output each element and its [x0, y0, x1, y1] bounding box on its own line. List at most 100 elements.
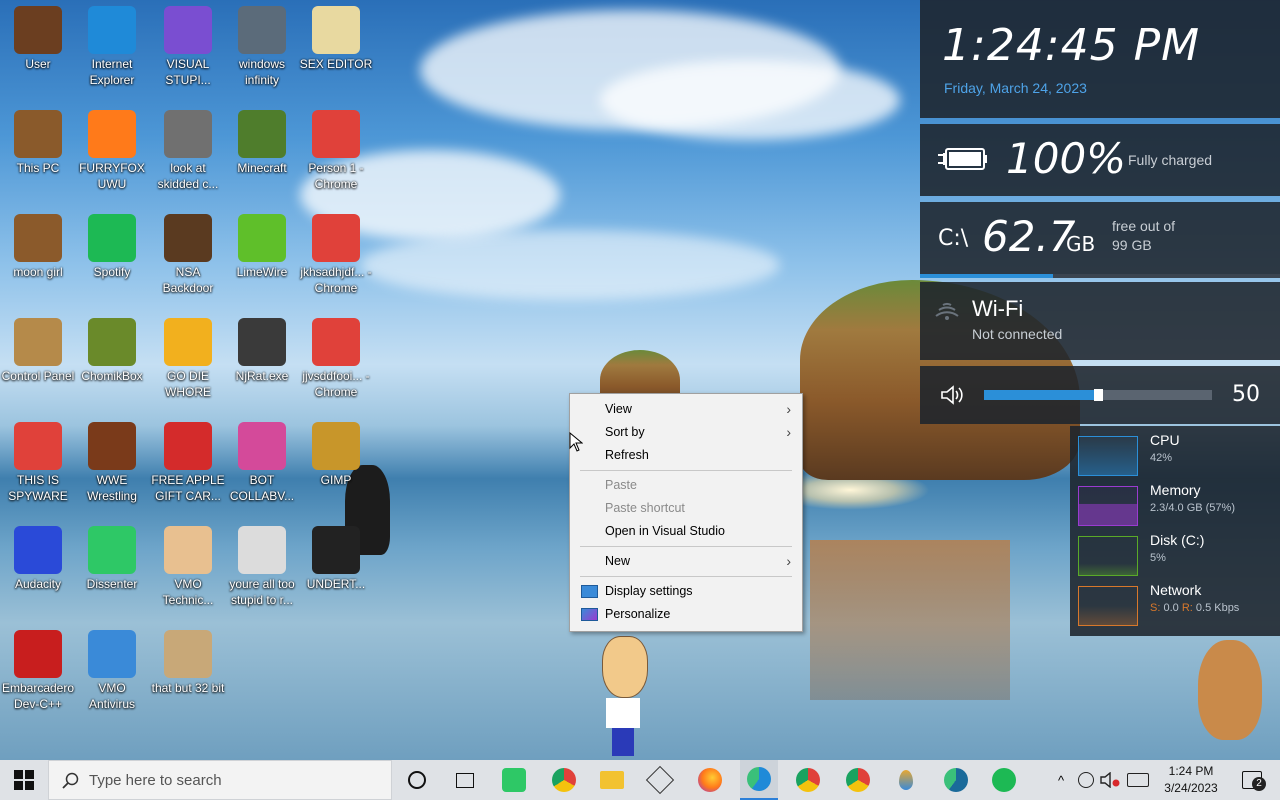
desktop-icon[interactable]: Control Panel	[0, 318, 76, 384]
desktop-icon-label: jjvsddfooi... - Chrome	[302, 369, 370, 399]
desktop-icon-label: NSA Backdoor	[162, 265, 214, 295]
desktop-icon[interactable]: Internet Explorer	[74, 6, 150, 88]
desktop-icon-label: Spotify	[93, 265, 131, 279]
volume-slider-thumb[interactable]	[1094, 389, 1103, 401]
menu-item-view[interactable]: View ›	[571, 398, 801, 420]
desktop-icon[interactable]: jjvsddfooi... - Chrome	[298, 318, 374, 400]
menu-item-paste-shortcut: Paste shortcut	[571, 497, 801, 519]
taskbar-clock[interactable]: 1:24 PM 3/24/2023	[1156, 763, 1226, 797]
dissenter-icon	[88, 526, 136, 574]
desktop-icon-label: FURRYFOX UWU	[79, 161, 145, 191]
menu-item-open-visual-studio[interactable]: Open in Visual Studio	[571, 520, 801, 542]
desktop-icon[interactable]: WWE Wrestling	[74, 422, 150, 504]
desktop-icon[interactable]: NSA Backdoor	[150, 214, 226, 296]
desktop-icon[interactable]: FREE APPLE GIFT CAR...	[150, 422, 226, 504]
taskbar-droplet-app[interactable]	[888, 760, 924, 800]
desktop-icon[interactable]: Audacity	[0, 526, 76, 592]
desktop-icon[interactable]: BOT COLLABV...	[224, 422, 300, 504]
taskbar-edge[interactable]	[740, 760, 778, 800]
desktop-icon-label: UNDERT...	[306, 577, 366, 591]
speaker-icon[interactable]	[940, 384, 966, 410]
memory-graph	[1078, 486, 1138, 526]
taskbar-dissenter[interactable]	[496, 760, 532, 800]
desktop-icon[interactable]: that but 32 bit	[150, 630, 226, 696]
desktop-icon[interactable]: User	[0, 6, 76, 72]
desktop-icon-label: VMO Technic...	[162, 577, 214, 607]
old-computer-icon	[14, 110, 62, 158]
desktop-icon[interactable]: UNDERT...	[298, 526, 374, 592]
wifi-icon	[934, 296, 960, 326]
desktop-icon[interactable]: VISUAL STUPI...	[150, 6, 226, 88]
menu-personalize-label: Personalize	[605, 607, 671, 621]
volume-slider[interactable]	[984, 389, 1212, 401]
taskbar-firefox[interactable]	[692, 760, 728, 800]
start-button[interactable]	[0, 760, 48, 800]
cloud	[600, 60, 900, 140]
desktop-icon[interactable]: moon girl	[0, 214, 76, 280]
windows-logo-icon	[14, 770, 34, 790]
desktop-icon-label: Audacity	[14, 577, 62, 591]
desktop-icon[interactable]: Dissenter	[74, 526, 150, 592]
desktop-icon[interactable]: Person 1 - Chrome	[298, 110, 374, 192]
desktop-icon[interactable]: Spotify	[74, 214, 150, 280]
chrome-profile-icon	[312, 318, 360, 366]
desktop-icon[interactable]: LimeWire	[224, 214, 300, 280]
network-tray-button[interactable]	[1074, 760, 1098, 800]
menu-paste-shortcut-label: Paste shortcut	[605, 501, 685, 515]
desktop-icon[interactable]: youre all too stupid to r...	[224, 526, 300, 608]
menu-open-vs-label: Open in Visual Studio	[605, 524, 725, 538]
chrome-icon	[552, 768, 576, 792]
taskbar-chrome-profile-2[interactable]	[840, 760, 876, 800]
minecraft-block-icon	[238, 110, 286, 158]
folder-icon	[600, 771, 624, 789]
taskbar-chrome-profile-1[interactable]	[790, 760, 826, 800]
menu-display-settings-label: Display settings	[605, 584, 693, 598]
taskbar-search-box[interactable]: Type here to search	[48, 760, 392, 800]
desktop-icon[interactable]: windows infinity	[224, 6, 300, 88]
taskbar-spotify[interactable]	[986, 760, 1022, 800]
cortana-button[interactable]	[400, 760, 434, 800]
show-hidden-icons-button[interactable]: ^	[1050, 760, 1072, 800]
desktop-icon[interactable]: Embarcadero Dev-C++	[0, 630, 76, 712]
desktop-icon[interactable]: ChomikBox	[74, 318, 150, 384]
menu-item-sort-by[interactable]: Sort by ›	[571, 421, 801, 443]
desktop-icon[interactable]: Minecraft	[224, 110, 300, 176]
taskbar-3d-viewer[interactable]	[642, 760, 678, 800]
menu-view-label: View	[605, 402, 632, 416]
desktop-icon[interactable]: THIS IS SPYWARE	[0, 422, 76, 504]
taskbar-file-explorer[interactable]	[594, 760, 630, 800]
volume-tray-button[interactable]	[1098, 760, 1122, 800]
desktop-icon[interactable]: VMO Technic...	[150, 526, 226, 608]
wifi-status: Not connected	[972, 326, 1063, 342]
arcade-icon	[88, 422, 136, 470]
task-view-button[interactable]	[448, 760, 482, 800]
menu-item-new[interactable]: New ›	[571, 550, 801, 572]
desktop-icon[interactable]: FURRYFOX UWU	[74, 110, 150, 192]
network-send-label: S:	[1150, 602, 1161, 614]
disk-drive-label: C:\	[938, 226, 969, 251]
chevron-right-icon: ›	[786, 553, 791, 569]
desktop-icon[interactable]: GO DIE WHORE	[150, 318, 226, 400]
menu-item-personalize[interactable]: Personalize	[571, 603, 801, 625]
chomikbox-icon	[88, 318, 136, 366]
hxd-icon	[312, 6, 360, 54]
edge-icon	[88, 6, 136, 54]
touch-keyboard-button[interactable]	[1124, 760, 1152, 800]
desktop-icon[interactable]: SEX EDITOR	[298, 6, 374, 72]
taskbar-edge-dev[interactable]	[938, 760, 974, 800]
desktop-icon[interactable]: look at skidded c...	[150, 110, 226, 192]
taskbar-chrome[interactable]	[546, 760, 582, 800]
desktop-icon[interactable]: GIMP	[298, 422, 374, 488]
desktop-icon-label: Internet Explorer	[89, 57, 135, 87]
menu-item-refresh[interactable]: Refresh	[571, 444, 801, 466]
desktop-icon-label: ChomikBox	[81, 369, 143, 383]
desktop-icon[interactable]: VMO Antivirus	[74, 630, 150, 712]
desktop-icon[interactable]: jkhsadhjdf... - Chrome	[298, 214, 374, 296]
notifications-button[interactable]: 2	[1232, 760, 1272, 800]
disk-value: 5%	[1150, 552, 1166, 564]
desktop-icon[interactable]: This PC	[0, 110, 76, 176]
chrome-profile-icon	[312, 110, 360, 158]
mouse-cursor-icon	[569, 431, 584, 456]
menu-item-display-settings[interactable]: Display settings	[571, 580, 801, 602]
desktop-icon[interactable]: NjRat.exe	[224, 318, 300, 384]
